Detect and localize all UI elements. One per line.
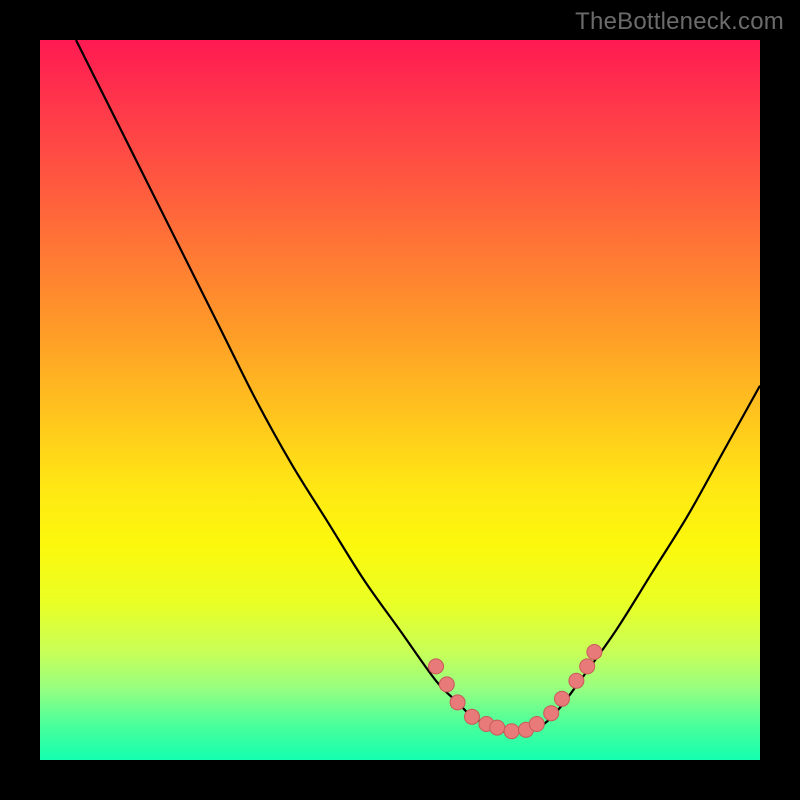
chart-stage: TheBottleneck.com xyxy=(0,0,800,800)
curve-marker xyxy=(569,673,584,688)
curve-marker xyxy=(580,659,595,674)
curve-marker xyxy=(555,691,570,706)
bottleneck-curve xyxy=(76,40,760,732)
curve-marker xyxy=(450,695,465,710)
curve-marker xyxy=(504,724,519,739)
curve-marker xyxy=(490,720,505,735)
curve-marker xyxy=(465,709,480,724)
watermark-text: TheBottleneck.com xyxy=(575,8,784,36)
marker-layer xyxy=(429,645,602,739)
plot-area xyxy=(40,40,760,760)
curve-marker xyxy=(587,645,602,660)
curve-marker xyxy=(429,659,444,674)
curve-marker xyxy=(544,706,559,721)
curve-marker xyxy=(529,717,544,732)
curve-marker xyxy=(439,677,454,692)
chart-overlay-svg xyxy=(40,40,760,760)
